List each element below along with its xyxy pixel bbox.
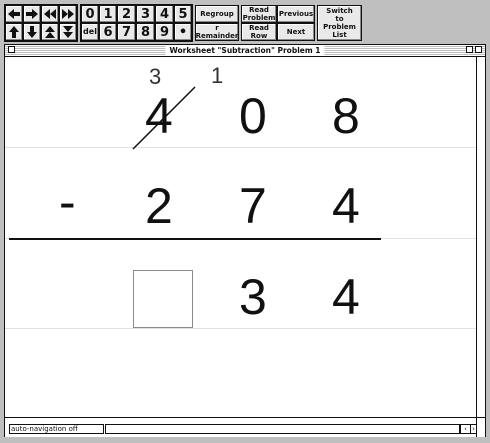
bottom-digit-ones[interactable]: 4: [332, 181, 360, 231]
zoom-box-icon[interactable]: [466, 46, 473, 53]
double-right-icon: [62, 9, 74, 19]
collapse-box-icon[interactable]: [475, 46, 482, 53]
arrow-left-icon: [8, 9, 20, 19]
remainder-button[interactable]: r Remainder: [195, 23, 239, 41]
resize-handle[interactable]: [476, 418, 485, 437]
jump-last-button[interactable]: [59, 5, 77, 23]
next-button[interactable]: Next: [277, 23, 315, 41]
arrow-down-button[interactable]: [23, 23, 41, 41]
minus-operator: -: [59, 174, 76, 230]
toolbar: 0 1 2 3 4 5 del 6 7 8 9 • Regroup r Rema…: [0, 0, 490, 44]
status-bar: auto-navigation off ‹ ›: [5, 417, 485, 437]
window-titlebar[interactable]: Worksheet "Subtraction" Problem 1: [5, 45, 485, 57]
read-problem-button[interactable]: Read Problem: [241, 5, 277, 23]
answer-digit-ones[interactable]: 4: [332, 272, 360, 322]
horizontal-scrollbar[interactable]: [105, 424, 460, 434]
bottom-digit-hundreds[interactable]: 2: [145, 181, 173, 231]
digit-key-5[interactable]: 5: [174, 5, 192, 23]
digit-key-4[interactable]: 4: [155, 5, 174, 23]
jump-bottom-button[interactable]: [59, 23, 77, 41]
digit-key-7[interactable]: 7: [117, 23, 136, 41]
answer-digit-tens[interactable]: 3: [239, 272, 267, 322]
switch-to-problem-list-button[interactable]: Switch to Problem List: [317, 5, 362, 41]
top-digit-tens[interactable]: 0: [239, 91, 267, 141]
close-box-icon[interactable]: [8, 46, 15, 53]
previous-button[interactable]: Previous: [277, 5, 315, 23]
digit-key-6[interactable]: 6: [99, 23, 117, 41]
delete-button[interactable]: del: [81, 23, 99, 41]
top-digit-ones[interactable]: 8: [332, 91, 360, 141]
arrow-right-icon: [26, 9, 38, 19]
problem-area: 3 1 4 0 8 - 2 7 4 3 4: [5, 57, 476, 417]
jump-first-button[interactable]: [41, 5, 59, 23]
row-divider: [5, 147, 476, 148]
vertical-scrollbar[interactable]: [476, 57, 485, 417]
worksheet-window: Worksheet "Subtraction" Problem 1 3 1 4 …: [4, 44, 486, 437]
arrow-left-button[interactable]: [5, 5, 23, 23]
double-left-icon: [44, 9, 56, 19]
row-divider: [5, 328, 476, 329]
double-down-icon: [63, 26, 73, 38]
digit-key-0[interactable]: 0: [81, 5, 99, 23]
jump-top-button[interactable]: [41, 23, 59, 41]
regroup-button[interactable]: Regroup: [195, 5, 239, 23]
bottom-digit-tens[interactable]: 7: [239, 181, 267, 231]
arrow-down-icon: [27, 26, 37, 38]
digit-key-1[interactable]: 1: [99, 5, 117, 23]
read-row-button[interactable]: Read Row: [241, 23, 277, 41]
scroll-left-icon: ‹: [464, 425, 467, 433]
decimal-point-key[interactable]: •: [174, 23, 192, 41]
carry-digit-tens: 1: [211, 63, 224, 88]
answer-input-hundreds[interactable]: [133, 270, 193, 328]
strike-through-mark: [132, 86, 196, 150]
double-up-icon: [45, 26, 55, 38]
window-title: Worksheet "Subtraction" Problem 1: [165, 45, 325, 56]
digit-key-8[interactable]: 8: [136, 23, 155, 41]
digit-key-3[interactable]: 3: [136, 5, 155, 23]
arrow-right-button[interactable]: [23, 5, 41, 23]
digit-key-9[interactable]: 9: [155, 23, 174, 41]
navigation-status: auto-navigation off: [11, 425, 78, 433]
arrow-up-button[interactable]: [5, 23, 23, 41]
digit-key-2[interactable]: 2: [117, 5, 136, 23]
arrow-up-icon: [9, 26, 19, 38]
sum-line: [9, 238, 381, 240]
scroll-right-icon: ›: [472, 425, 475, 433]
